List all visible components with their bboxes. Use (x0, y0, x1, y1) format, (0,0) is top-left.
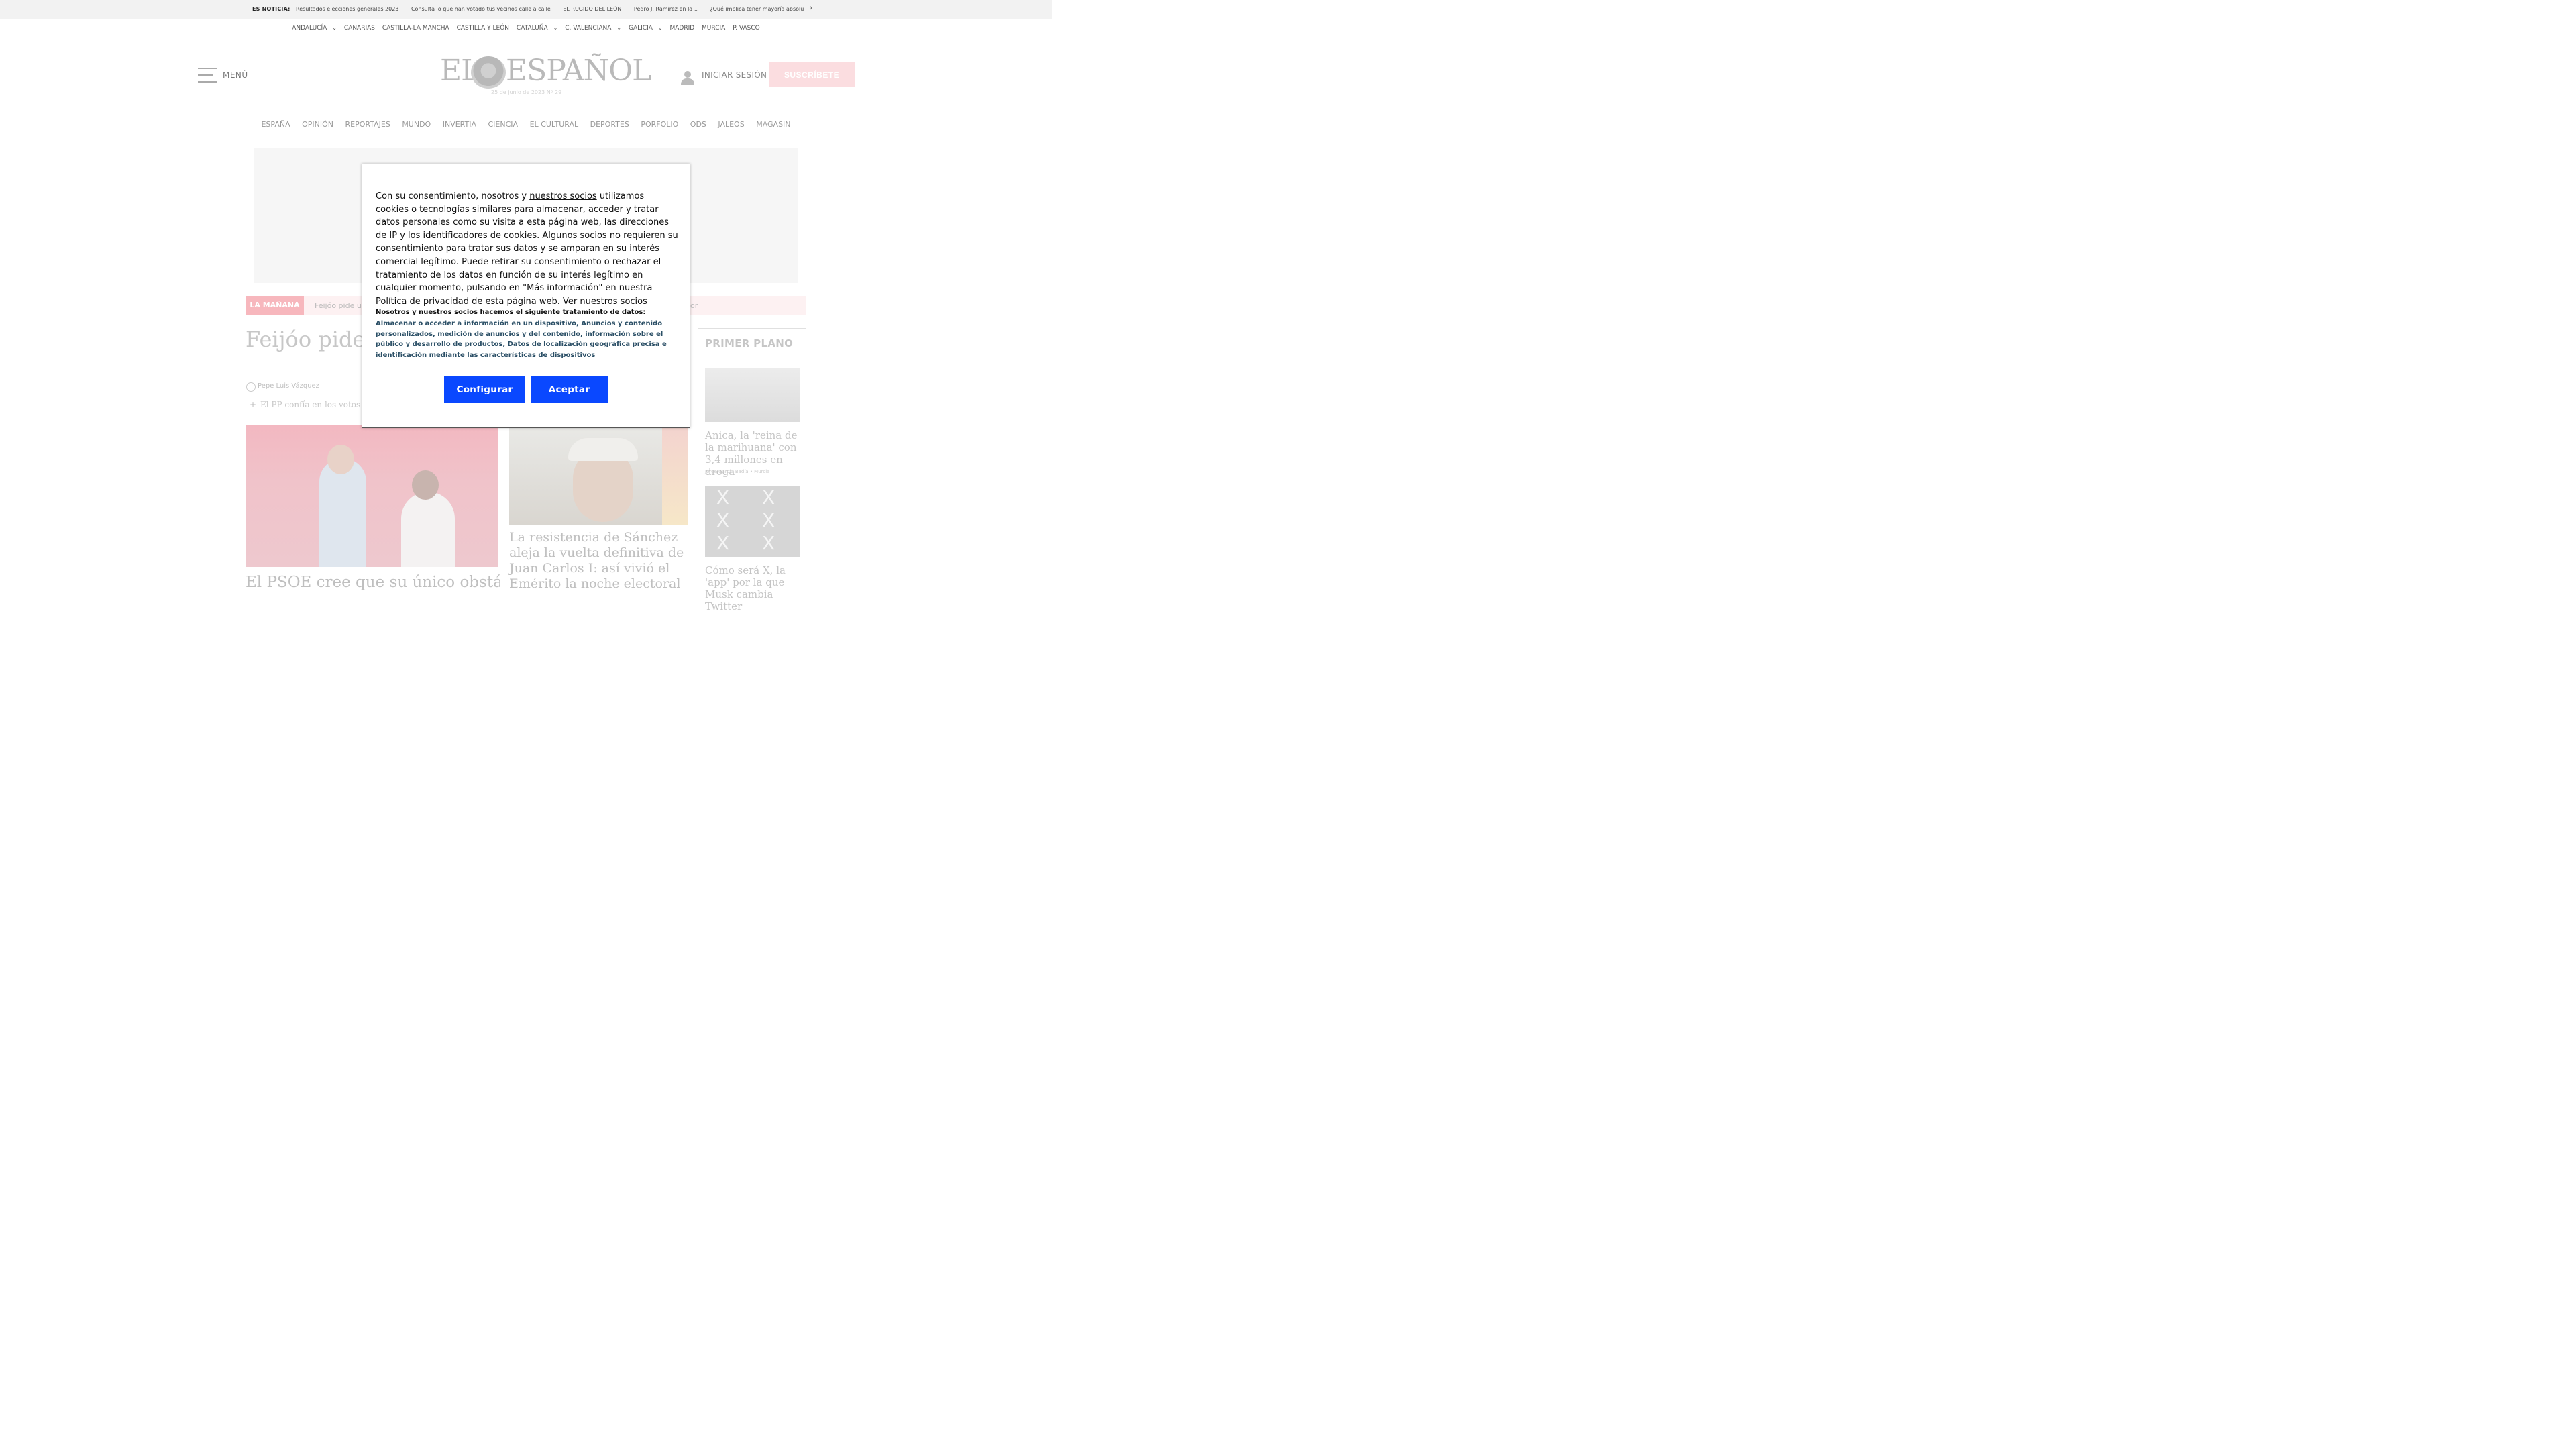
region-link[interactable]: CASTILLA-LA MANCHA (382, 25, 449, 32)
region-link[interactable]: CANARIAS (344, 25, 375, 32)
region-link[interactable]: P. VASCO (733, 25, 760, 32)
region-link[interactable]: C. VALENCIANA (565, 25, 611, 32)
region-link[interactable]: CATALUÑA (517, 25, 548, 32)
section-link[interactable]: ODS (690, 120, 706, 129)
breaking-news-link[interactable]: ¿Qué implica tener mayoría absoluta en e… (710, 6, 804, 12)
partners-link[interactable]: nuestros socios (529, 191, 596, 201)
section-link[interactable]: JALEOS (718, 120, 744, 129)
chevron-right-icon[interactable]: › (809, 3, 813, 13)
cookie-consent-dialog: Con su consentimiento, nosotros y nuestr… (362, 164, 690, 428)
section-link[interactable]: INVERTIA (443, 120, 476, 129)
primer-plano-photo[interactable] (705, 368, 800, 422)
chevron-down-icon[interactable]: ⌄ (553, 25, 558, 31)
story-photo-psoe[interactable] (246, 425, 498, 567)
author-name[interactable]: Pepe Luis Vázquez (258, 382, 319, 390)
consent-text: Con su consentimiento, nosotros y nuestr… (376, 190, 679, 308)
breaking-news-label: ES NOTICIA: (252, 6, 290, 12)
la-manana-tag: LA MAÑANA (246, 296, 304, 315)
section-link[interactable]: MUNDO (402, 120, 431, 129)
la-manana-text[interactable]: Feijóo pide u (315, 301, 362, 310)
section-link[interactable]: REPORTAJES (345, 120, 390, 129)
region-link[interactable]: MADRID (669, 25, 694, 32)
login-link[interactable]: INICIAR SESIÓN (702, 70, 767, 80)
breaking-news-link[interactable]: Resultados elecciones generales 2023 (296, 6, 398, 12)
user-icon[interactable] (680, 71, 695, 86)
divider (698, 328, 806, 329)
chevron-down-icon[interactable]: ⌄ (658, 25, 663, 31)
story-headline[interactable]: La resistencia de Sánchez aleja la vuelt… (509, 530, 690, 592)
section-link[interactable]: ESPAÑA (261, 120, 290, 129)
section-link[interactable]: CIENCIA (488, 120, 519, 129)
menu-label[interactable]: MENÚ (223, 70, 248, 80)
purposes-list: Almacenar o acceder a información en un … (376, 320, 667, 359)
regions-nav: ANDALUCÍA ⌄ CANARIAS CASTILLA-LA MANCHA C… (0, 25, 1052, 32)
lion-logo-icon (471, 56, 506, 89)
story-headline[interactable]: El PSOE cree que su único obstáculo (246, 573, 500, 592)
x-logo-photo[interactable]: X X X X X X X X X (705, 486, 800, 557)
configure-button[interactable]: Configurar (444, 376, 525, 402)
breaking-news-link[interactable]: Consulta lo que han votado tus vecinos c… (411, 6, 551, 12)
subscribe-button[interactable]: SUSCRÍBETE (769, 62, 855, 87)
section-link[interactable]: DEPORTES (590, 120, 629, 129)
related-link[interactable]: El PP confía en los votos d (260, 400, 361, 409)
primer-plano-heading: PRIMER PLANO (705, 337, 794, 350)
hamburger-menu-icon[interactable] (198, 68, 217, 88)
author-avatar-icon (246, 382, 256, 392)
region-link[interactable]: GALICIA (629, 25, 653, 32)
plus-icon: + (250, 400, 257, 409)
chevron-down-icon[interactable]: ⌄ (616, 25, 621, 31)
breaking-news-link[interactable]: Pedro J. Ramírez en la 1 (634, 6, 698, 12)
chevron-down-icon[interactable]: ⌄ (332, 25, 337, 31)
story-photo-juan-carlos[interactable] (509, 425, 688, 525)
section-link[interactable]: PORFOLIO (641, 120, 678, 129)
consent-text-main: utilizamos cookies o tecnologías similar… (376, 191, 678, 307)
site-logo[interactable]: EL ESPAÑOL (440, 54, 651, 90)
accept-button[interactable]: Aceptar (531, 376, 608, 402)
consent-text-start: Con su consentimiento, nosotros y (376, 191, 530, 201)
section-link[interactable]: OPINIÓN (302, 120, 333, 129)
purposes-heading: Nosotros y nuestros socios hacemos el si… (376, 309, 646, 316)
primer-plano-meta: Jorge García Badía • Murcia (705, 469, 770, 474)
region-link[interactable]: MURCIA (702, 25, 725, 32)
sections-nav: ESPAÑA OPINIÓN REPORTAJES MUNDO INVERTIA… (0, 120, 1052, 129)
primer-plano-title[interactable]: Cómo será X, la 'app' por la que Musk ca… (705, 564, 800, 612)
see-partners-link[interactable]: Ver nuestros socios (563, 297, 647, 307)
region-link[interactable]: ANDALUCÍA (292, 25, 327, 32)
breaking-news-link[interactable]: EL RUGIDO DEL LEÓN (563, 6, 621, 12)
region-link[interactable]: CASTILLA Y LEÓN (457, 25, 509, 32)
breaking-news-links: Resultados elecciones generales 2023 Con… (296, 6, 804, 12)
breaking-news-bar: ES NOTICIA: Resultados elecciones genera… (0, 0, 1052, 19)
section-link[interactable]: EL CULTURAL (530, 120, 579, 129)
logo-text-right: ESPAÑOL (506, 54, 651, 88)
section-link[interactable]: MAGASIN (756, 120, 790, 129)
dateline: 25 de junio de 2023 Nº 29 (491, 89, 562, 95)
main-headline[interactable]: Feijóo pide u hasta despu (246, 327, 363, 378)
